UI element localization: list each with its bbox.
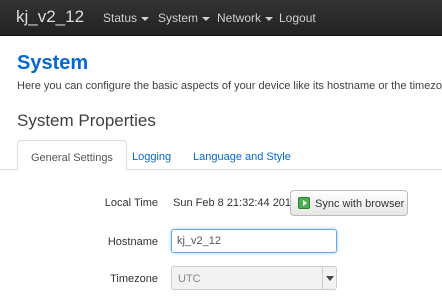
page-description: Here you can configure the basic aspects… [17, 80, 442, 92]
timezone-label: Timezone [110, 273, 158, 285]
timezone-selected-value: UTC [178, 273, 201, 285]
page-title: System [17, 52, 89, 74]
nav-system-menu[interactable]: System [158, 11, 211, 25]
caret-down-icon [141, 16, 150, 21]
sync-button-label: Sync with browser [315, 198, 405, 210]
hostname-input[interactable] [171, 229, 337, 253]
nav-system-label: System [158, 11, 199, 25]
nav-logout-link[interactable]: Logout [279, 11, 316, 25]
local-time-value: Sun Feb 8 21:32:44 2015 [173, 197, 298, 209]
tab-general-settings[interactable]: General Settings [17, 140, 127, 171]
caret-down-icon [202, 16, 211, 21]
hostname-label: Hostname [107, 236, 158, 248]
sync-with-browser-button[interactable]: Sync with browser [290, 190, 408, 216]
sync-icon [298, 197, 310, 209]
nav-status-menu[interactable]: Status [103, 11, 150, 25]
tab-logging[interactable]: Logging [132, 140, 171, 171]
top-navbar: kj_v2_12 Status System Network Logout [0, 0, 442, 36]
timezone-select[interactable]: UTC [171, 266, 337, 290]
section-title: System Properties [17, 111, 156, 130]
nav-network-menu[interactable]: Network [217, 11, 274, 25]
settings-tabs: General Settings Logging Language and St… [0, 140, 442, 171]
brand-name[interactable]: kj_v2_12 [16, 6, 84, 28]
local-time-label: Local Time [104, 197, 158, 209]
nav-network-label: Network [217, 11, 262, 25]
select-arrow-icon [322, 267, 336, 289]
nav-status-label: Status [103, 11, 138, 25]
tab-language-and-style[interactable]: Language and Style [193, 140, 291, 171]
caret-down-icon [265, 16, 274, 21]
